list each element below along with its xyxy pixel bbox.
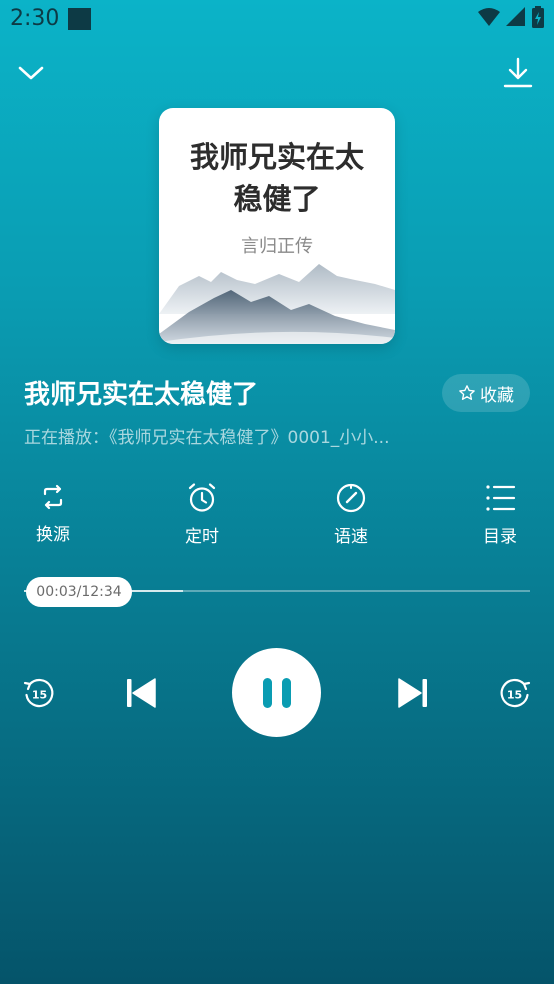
wifi-icon (478, 8, 500, 26)
alarm-clock-icon (188, 483, 216, 512)
favorite-label: 收藏 (480, 385, 514, 406)
collapse-chevron-icon[interactable] (16, 58, 46, 88)
status-icons (478, 6, 544, 28)
pause-button[interactable] (232, 648, 321, 737)
catalog-button[interactable]: 目录 (465, 482, 535, 547)
swap-source-button[interactable]: 换源 (18, 482, 88, 545)
star-icon (459, 385, 475, 400)
next-track-button[interactable] (396, 676, 430, 710)
book-cover: 我师兄实在太稳健了 言归正传 (159, 108, 395, 344)
signal-icon (506, 7, 525, 26)
progress-thumb[interactable]: 00:03/12:34 (26, 577, 132, 607)
now-playing-text: 正在播放：《我师兄实在太稳健了》0001_小小... (24, 428, 390, 448)
forward-15-button[interactable]: 15 (498, 678, 532, 710)
rewind-seconds: 15 (32, 689, 47, 702)
pause-icon (262, 677, 291, 708)
battery-icon (532, 6, 544, 28)
speed-gauge-icon (336, 483, 366, 513)
book-title: 我师兄实在太稳健了 (24, 380, 259, 410)
download-icon[interactable] (502, 56, 534, 90)
swap-source-icon (43, 484, 63, 510)
list-icon (486, 485, 516, 511)
speed-button[interactable]: 语速 (316, 482, 386, 547)
tool-label-timer: 定时 (185, 527, 219, 547)
tool-label-source: 换源 (36, 525, 70, 545)
forward-seconds: 15 (507, 689, 522, 702)
favorite-button[interactable]: 收藏 (442, 374, 530, 412)
previous-track-button[interactable] (124, 676, 158, 710)
tool-label-speed: 语速 (334, 527, 368, 547)
timer-button[interactable]: 定时 (167, 482, 237, 547)
cover-title: 我师兄实在太稳健了 (189, 140, 364, 216)
tool-label-catalog: 目录 (483, 527, 517, 547)
mountain-landscape-image (159, 264, 395, 344)
rewind-15-button[interactable]: 15 (22, 678, 56, 710)
notification-icon (68, 8, 91, 30)
status-time: 2:30 (10, 6, 60, 31)
